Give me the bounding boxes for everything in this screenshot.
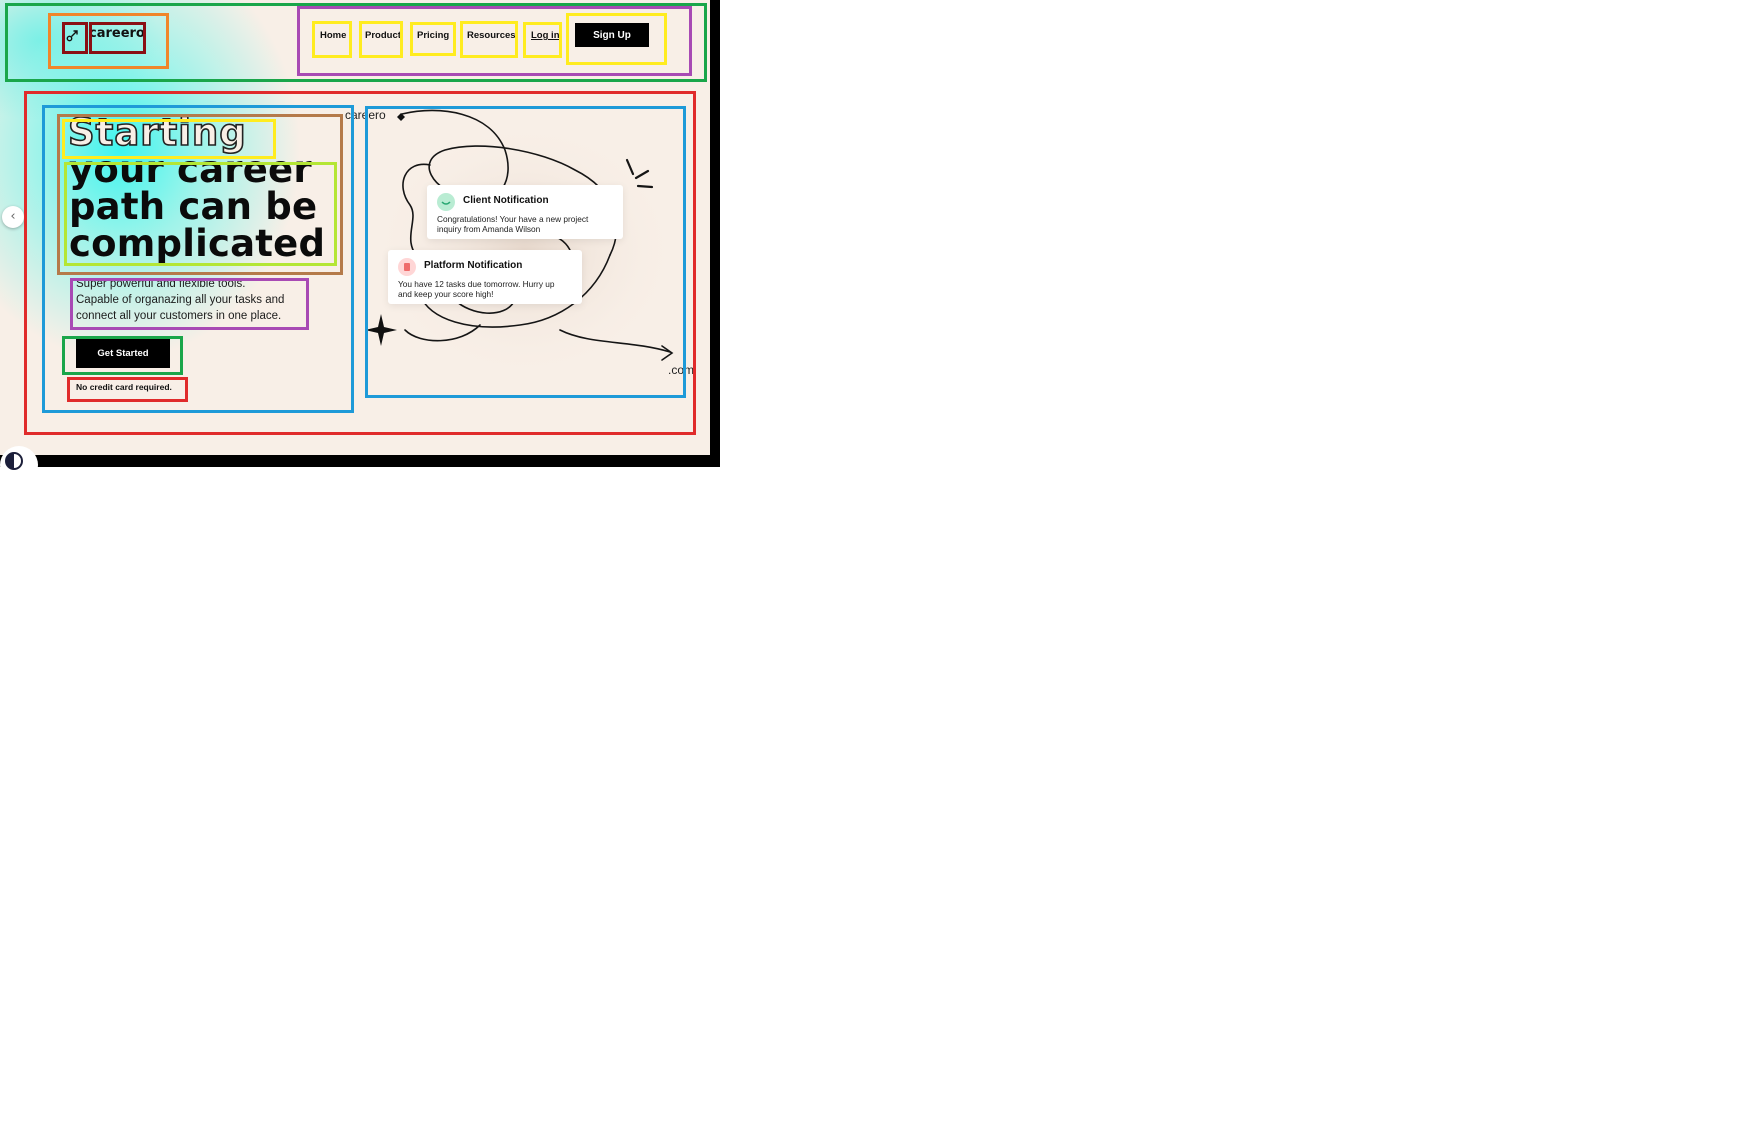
screenshot-frame: careero Home Product Pricing Resources L… bbox=[0, 0, 720, 484]
chevron-left-icon: ‹ bbox=[10, 209, 16, 224]
card-body-line: You have 12 tasks due tomorrow. Hurry up bbox=[398, 279, 555, 289]
contrast-icon bbox=[5, 452, 23, 470]
client-notification-card: Client Notification Congratulations! You… bbox=[427, 185, 623, 239]
brand-tag: careero bbox=[345, 108, 386, 122]
landing-page: careero Home Product Pricing Resources L… bbox=[0, 0, 710, 455]
domain-suffix: .com bbox=[668, 363, 695, 377]
card-title: Platform Notification bbox=[424, 260, 523, 271]
card-body-line: inquiry from Amanda Wilson bbox=[437, 224, 541, 234]
card-body: You have 12 tasks due tomorrow. Hurry up… bbox=[398, 279, 578, 299]
sparkle-icon bbox=[365, 314, 397, 346]
card-body: Congratulations! Your have a new project… bbox=[437, 214, 617, 234]
theme-toggle-button[interactable] bbox=[0, 446, 38, 484]
smile-icon bbox=[437, 193, 455, 211]
document-icon bbox=[398, 258, 416, 276]
card-body-line: Congratulations! Your have a new project bbox=[437, 214, 589, 224]
card-body-line: and keep your score high! bbox=[398, 289, 494, 299]
carousel-prev-button[interactable]: ‹ bbox=[2, 206, 24, 228]
card-title: Client Notification bbox=[463, 195, 549, 206]
platform-notification-card: Platform Notification You have 12 tasks … bbox=[388, 250, 582, 304]
